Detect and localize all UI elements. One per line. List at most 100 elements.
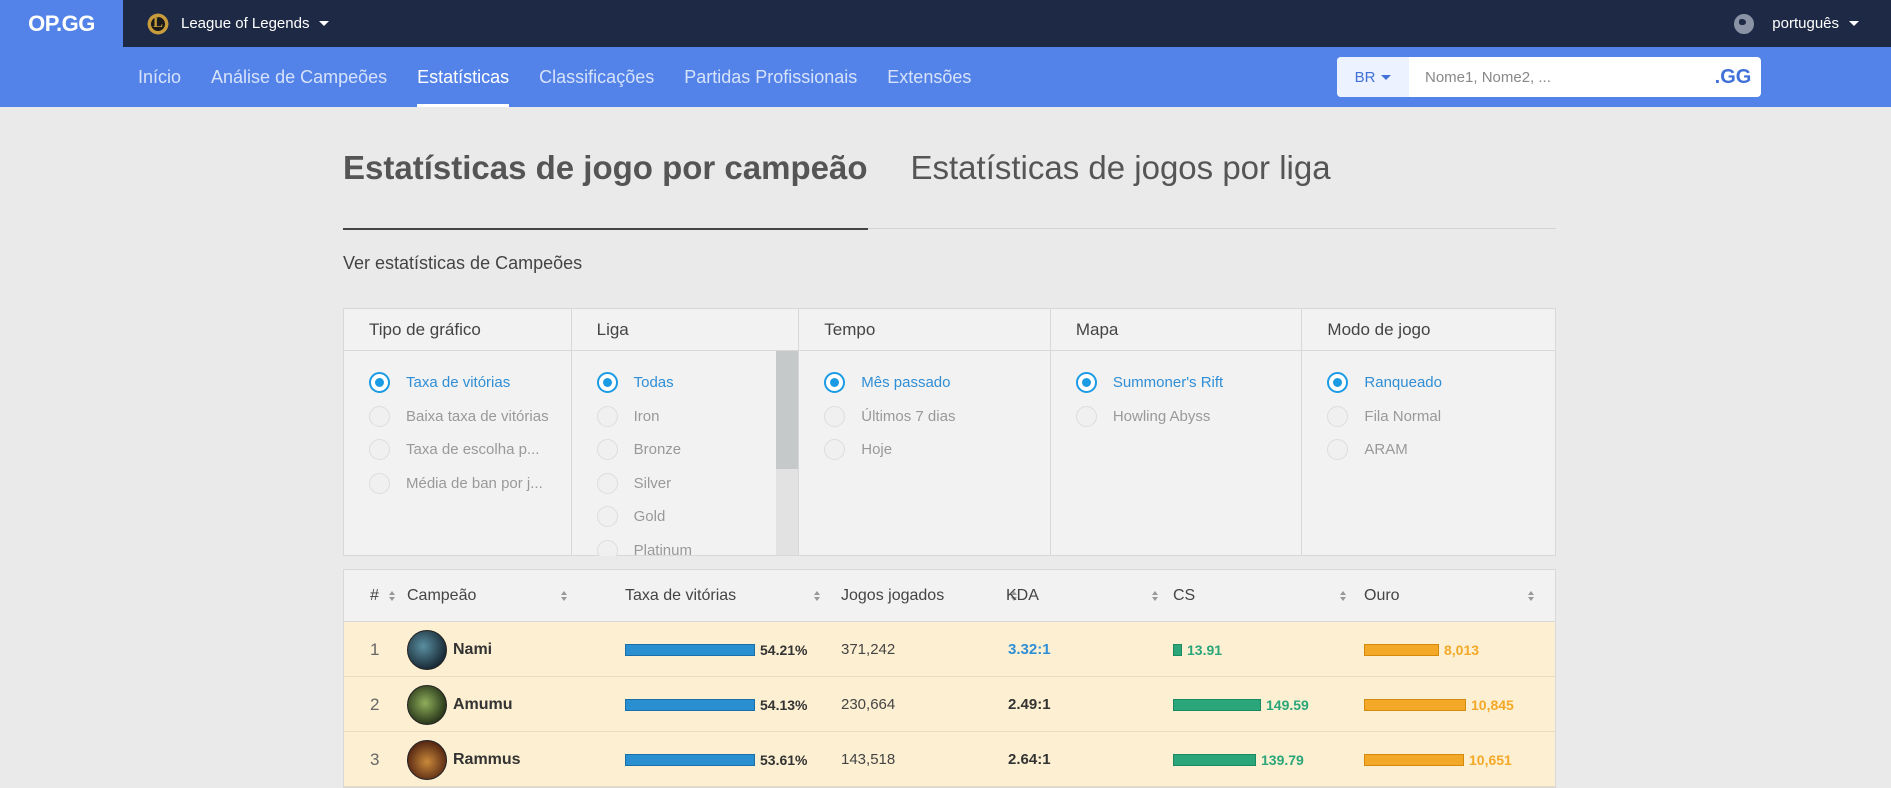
champion-cell[interactable]: Nami	[407, 622, 492, 677]
champion-avatar[interactable]	[407, 629, 447, 670]
filter-option[interactable]: Média de ban por j...	[369, 467, 571, 501]
filter-option-label: Howling Abyss	[1112, 407, 1211, 425]
table-row[interactable]: 2 Amumu 54.13% 230,664 2.49:1 149.59 10,845	[344, 677, 1555, 732]
nav-item-3[interactable]: Classificações	[524, 47, 669, 107]
filter-option[interactable]: Taxa de escolha p...	[369, 433, 571, 467]
filter-options: Taxa de vitórias Baixa taxa de vitórias Ta…	[344, 351, 571, 556]
radio-icon[interactable]	[824, 439, 846, 461]
champion-name[interactable]: Amumu	[453, 696, 513, 714]
table-row[interactable]: 1 Nami 54.21% 371,242 3.32:1 13.91 8,013	[344, 622, 1555, 677]
filter-option[interactable]: Fila Normal	[1327, 400, 1555, 434]
opgg-logo[interactable]: OP.GG	[0, 0, 123, 47]
winrate-value: 54.21%	[760, 641, 808, 658]
filter-option-label: Bronze	[633, 441, 682, 459]
search-button[interactable]: .GG	[1705, 57, 1761, 97]
nav-item-1[interactable]: Análise de Campeões	[196, 47, 402, 107]
column-gold[interactable]: Ouro	[1364, 570, 1534, 622]
filter-option[interactable]: ARAM	[1327, 433, 1555, 467]
column-kda[interactable]: KDA	[1006, 570, 1158, 622]
cs-value: 139.79	[1261, 751, 1304, 768]
nav-item-4[interactable]: Partidas Profissionais	[669, 47, 872, 107]
filter-option-label: Hoje	[861, 441, 893, 459]
radio-icon[interactable]	[1327, 405, 1349, 427]
tab-champion-stats[interactable]: Estatísticas de jogo por campeão	[343, 107, 868, 230]
filter-panel: Tipo de gráfico Taxa de vitórias Baixa ta…	[343, 308, 1556, 556]
winrate-value: 54.13%	[760, 696, 808, 713]
filter-option-label: Ranqueado	[1364, 374, 1442, 392]
column-winrate[interactable]: Taxa de vitórias	[625, 570, 820, 622]
filter-option[interactable]: Últimos 7 dias	[824, 400, 1050, 434]
nav-item-0[interactable]: Início	[123, 47, 196, 107]
filter-title: Modo de jogo	[1302, 309, 1555, 351]
kda-cell: 2.49:1	[1008, 696, 1051, 713]
champion-name[interactable]: Rammus	[453, 751, 521, 769]
table-row[interactable]: 3 Rammus 53.61% 143,518 2.64:1 139.79 10,651	[344, 732, 1555, 787]
column-label: CS	[1173, 587, 1196, 604]
champion-avatar[interactable]	[407, 739, 447, 780]
cs-bar	[1173, 643, 1182, 656]
radio-icon[interactable]	[824, 405, 846, 427]
language-selector[interactable]: português	[1734, 0, 1859, 47]
radio-icon[interactable]	[369, 372, 390, 394]
nav-item-5[interactable]: Extensões	[872, 47, 986, 107]
league-scrollbar[interactable]	[776, 351, 799, 555]
filter-option[interactable]: Ranqueado	[1327, 366, 1555, 400]
filter-option[interactable]: Howling Abyss	[1075, 400, 1302, 434]
gold-cell: 10,845	[1364, 677, 1514, 732]
radio-icon[interactable]	[369, 472, 390, 494]
chevron-down-icon	[1849, 21, 1859, 26]
filter-option[interactable]: Mês passado	[824, 366, 1050, 400]
radio-icon[interactable]	[596, 472, 618, 494]
column-games[interactable]: Jogos jogados	[841, 570, 1017, 622]
region-selector[interactable]: BR	[1337, 57, 1409, 97]
champion-cell[interactable]: Amumu	[407, 677, 513, 732]
filter-option[interactable]: Bronze	[596, 433, 799, 467]
filter-option[interactable]: Iron	[596, 400, 799, 434]
champion-cell[interactable]: Rammus	[407, 732, 521, 787]
champion-avatar[interactable]	[407, 684, 447, 725]
filter-option[interactable]: Hoje	[824, 433, 1050, 467]
champion-name[interactable]: Nami	[453, 641, 492, 659]
filter-option[interactable]: Summoner's Rift	[1075, 366, 1302, 400]
filter-option[interactable]: Baixa taxa de vitórias	[369, 400, 571, 434]
column-cs[interactable]: CS	[1173, 570, 1346, 622]
radio-icon[interactable]	[1327, 439, 1349, 461]
filter-options: Mês passado Últimos 7 dias Hoje	[799, 351, 1050, 556]
nav-item-2[interactable]: Estatísticas	[402, 47, 524, 107]
radio-icon[interactable]	[824, 372, 846, 394]
winrate-cell: 53.61%	[625, 732, 807, 787]
column-rank[interactable]: #	[370, 570, 395, 622]
tab-league-stats[interactable]: Estatísticas de jogos por liga	[911, 107, 1331, 229]
filter-option[interactable]: Silver	[596, 467, 799, 501]
filter-option-label: Taxa de escolha p...	[406, 441, 540, 459]
filter-option-label: Média de ban por j...	[406, 474, 543, 492]
globe-icon	[1734, 13, 1755, 34]
filter-title: Mapa	[1050, 309, 1302, 351]
radio-icon[interactable]	[1327, 372, 1349, 394]
radio-icon[interactable]	[596, 405, 618, 427]
radio-icon[interactable]	[1075, 372, 1097, 394]
filter-option[interactable]: Platinum	[596, 534, 799, 556]
search-input[interactable]	[1409, 57, 1705, 97]
cs-bar	[1173, 753, 1256, 766]
language-label: português	[1772, 15, 1839, 32]
gold-bar	[1364, 753, 1464, 766]
summoner-search: BR .GG	[1337, 57, 1761, 97]
radio-icon[interactable]	[369, 439, 390, 461]
chevron-down-icon	[1381, 74, 1392, 80]
nav-menu: Início Análise de Campeões Estatísticas Cla…	[123, 47, 986, 107]
filter-title: Tipo de gráfico	[344, 309, 571, 351]
filter-option[interactable]: Gold	[596, 500, 799, 534]
radio-icon[interactable]	[596, 372, 618, 394]
filter-option-label: Mês passado	[861, 374, 951, 392]
filter-option[interactable]: Taxa de vitórias	[369, 366, 571, 400]
radio-icon[interactable]	[596, 506, 618, 528]
radio-icon[interactable]	[596, 439, 618, 461]
filter-option[interactable]: Todas	[596, 366, 799, 400]
radio-icon[interactable]	[369, 405, 390, 427]
radio-icon[interactable]	[596, 539, 618, 556]
column-champion[interactable]: Campeão	[407, 570, 567, 622]
game-selector[interactable]: L League of Legends	[147, 10, 330, 37]
radio-icon[interactable]	[1075, 405, 1097, 427]
scrollbar-thumb[interactable]	[776, 351, 799, 469]
